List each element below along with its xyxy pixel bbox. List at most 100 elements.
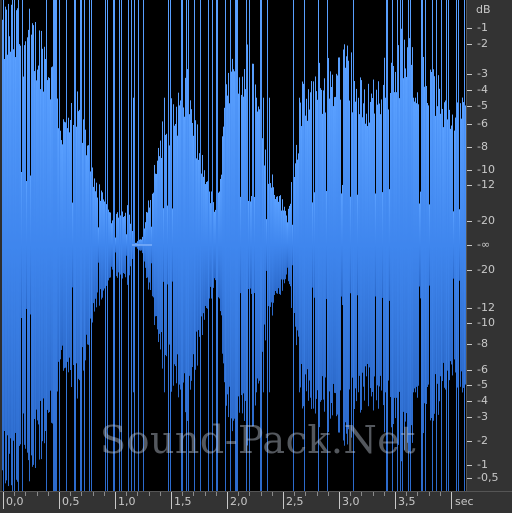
waveform-sample-bar	[244, 69, 245, 421]
waveform-sample-bar	[221, 174, 222, 316]
waveform-sample-bar	[86, 155, 87, 335]
waveform-sample-bar	[198, 159, 199, 331]
db-scale-tick	[467, 74, 472, 75]
waveform-sample-bar	[51, 67, 52, 423]
waveform-sample-bar	[80, 0, 81, 491]
waveform-sample-bar	[35, 22, 36, 468]
waveform-sample-bar	[451, 125, 452, 365]
waveform-sample-bar	[247, 44, 248, 446]
waveform-sample-bar	[370, 101, 371, 389]
waveform-sample-bar	[9, 36, 10, 454]
time-ruler-minor-tick	[417, 492, 419, 496]
db-scale-tick	[467, 441, 472, 442]
waveform-sample-bar	[373, 79, 374, 411]
waveform-sample-bar	[204, 170, 205, 320]
waveform-sample-bar	[208, 0, 209, 491]
waveform-sample-bar	[424, 86, 425, 404]
waveform-sample-bar	[100, 200, 101, 290]
waveform-sample-bar	[246, 0, 247, 491]
waveform-sample-bar	[353, 0, 354, 491]
waveform-sample-bar	[38, 65, 39, 425]
waveform-sample-bar	[111, 223, 112, 267]
waveform-sample-bar	[360, 77, 361, 413]
db-scale-tick	[467, 344, 472, 345]
waveform-sample-bar	[269, 97, 270, 393]
waveform-sample-bar	[452, 114, 453, 376]
waveform-sample-bar	[27, 37, 28, 453]
waveform-sample-bar	[56, 0, 57, 491]
waveform-sample-bar	[58, 128, 59, 362]
waveform-sample-bar	[417, 92, 418, 398]
waveform-sample-bar	[359, 114, 360, 376]
waveform-sample-bar	[337, 75, 338, 415]
waveform-sample-bar	[64, 121, 65, 369]
db-scale-label: -∞	[477, 238, 491, 251]
waveform-bars	[2, 0, 466, 491]
waveform-sample-bar	[220, 178, 221, 312]
waveform-sample-bar	[450, 128, 451, 362]
db-scale-label: -0,5	[477, 471, 499, 484]
waveform-sample-bar	[418, 104, 419, 386]
waveform-sample-bar	[52, 66, 53, 424]
waveform-sample-bar	[307, 120, 308, 370]
time-ruler-minor-tick	[47, 492, 49, 496]
waveform-sample-bar	[380, 114, 381, 376]
waveform-sample-bar	[348, 60, 349, 430]
waveform-sample-bar	[105, 0, 106, 491]
waveform-sample-bar	[324, 78, 325, 412]
waveform-sample-bar	[54, 0, 55, 491]
waveform-sample-bar	[293, 0, 294, 491]
waveform-sample-bar	[431, 71, 432, 419]
waveform-sample-bar	[258, 106, 259, 384]
db-scale-label: -5	[477, 99, 488, 112]
waveform-display[interactable]: Sound-Pack.Net	[2, 0, 466, 491]
waveform-sample-bar	[328, 58, 329, 432]
waveform-sample-bar	[272, 174, 273, 316]
time-ruler-label: 1,0	[118, 495, 136, 508]
waveform-sample-bar	[185, 77, 186, 413]
waveform-sample-bar	[214, 211, 215, 279]
waveform-sample-bar	[104, 201, 105, 289]
waveform-sample-bar	[375, 193, 376, 297]
db-scale-tick	[467, 245, 472, 246]
waveform-sample-bar	[314, 192, 315, 298]
db-scale-tick	[467, 124, 472, 125]
waveform-sample-bar	[371, 93, 372, 397]
waveform-sample-bar	[94, 178, 95, 312]
waveform-sample-bar	[33, 25, 34, 465]
waveform-sample-bar	[454, 130, 455, 360]
waveform-sample-bar	[190, 100, 191, 390]
waveform-sample-bar	[426, 85, 427, 405]
waveform-sample-bar	[21, 171, 22, 319]
waveform-graph	[2, 0, 466, 491]
waveform-sample-bar	[432, 0, 433, 491]
waveform-sample-bar	[386, 0, 387, 491]
db-scale-label: -5	[477, 378, 488, 391]
time-ruler-tick	[227, 492, 228, 509]
waveform-sample-bar	[2, 19, 3, 471]
db-scale-tick	[467, 221, 472, 222]
waveform-sample-bar	[225, 0, 226, 491]
waveform-sample-bar	[387, 0, 388, 491]
waveform-sample-bar	[327, 0, 328, 491]
time-ruler-minor-tick	[148, 492, 150, 496]
waveform-sample-bar	[340, 99, 341, 391]
waveform-sample-bar	[92, 167, 93, 323]
waveform-sample-bar	[173, 104, 174, 386]
waveform-sample-bar	[243, 96, 244, 394]
db-scale-label: -6	[477, 363, 488, 376]
waveform-sample-bar	[47, 80, 48, 410]
waveform-sample-bar	[202, 154, 203, 336]
waveform-sample-bar	[128, 0, 129, 491]
time-ruler[interactable]: 0,0 0,5 1,0 1,5 2,0 2,5 3,0 3,5 sec	[0, 491, 512, 513]
waveform-sample-bar	[82, 142, 83, 348]
time-ruler-minor-tick	[350, 492, 352, 496]
waveform-sample-bar	[303, 83, 304, 407]
waveform-sample-bar	[406, 76, 407, 414]
waveform-sample-bar	[26, 181, 27, 309]
waveform-sample-bar	[235, 0, 236, 491]
waveform-sample-bar	[242, 76, 243, 414]
waveform-sample-bar	[252, 63, 253, 427]
waveform-sample-bar	[121, 0, 122, 491]
waveform-sample-bar	[339, 57, 340, 433]
